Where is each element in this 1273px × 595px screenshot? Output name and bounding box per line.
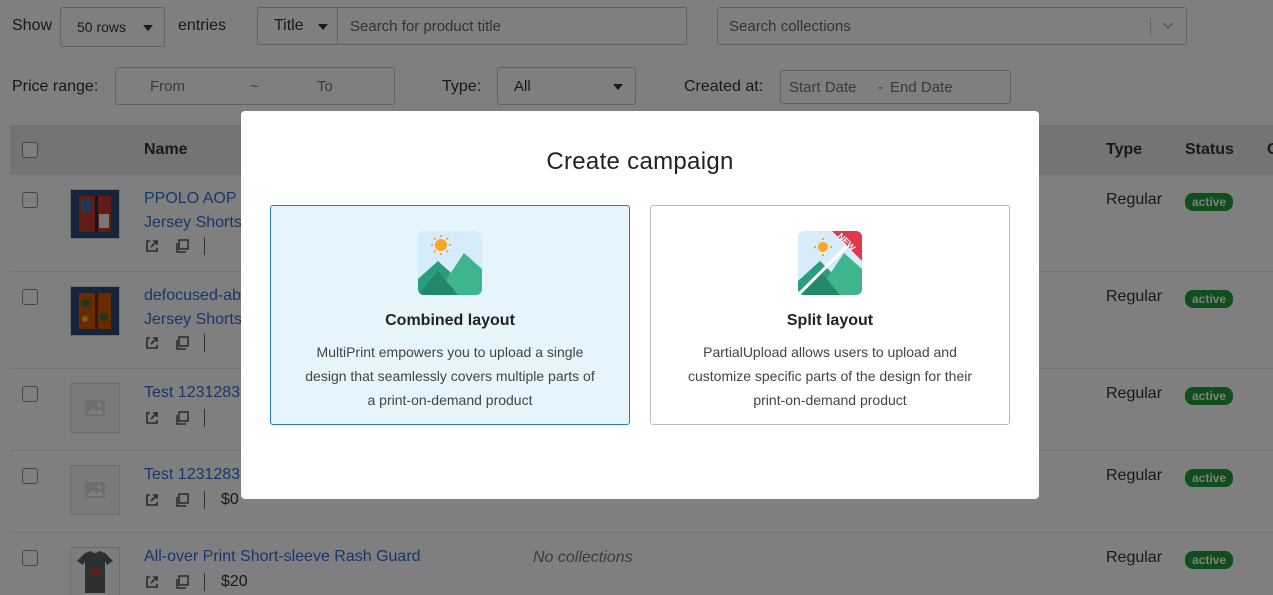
create-campaign-modal: Create campaign Combined layout MultiPri… — [241, 111, 1039, 499]
modal-title: Create campaign — [546, 148, 734, 175]
option-description-line: a print-on-demand product — [367, 392, 533, 408]
option-description-line: print-on-demand product — [753, 392, 907, 408]
option-description-line: MultiPrint empowers you to upload a sing… — [316, 344, 584, 360]
option-description-line: PartialUpload allows users to upload and — [703, 344, 957, 360]
option-description-line: design that seamlessly covers multiple p… — [305, 368, 595, 384]
option-title: Split layout — [786, 312, 874, 329]
split-image-icon: NEW — [798, 231, 862, 295]
image-landscape-icon — [418, 231, 482, 295]
option-description: PartialUpload allows users to upload and… — [671, 340, 989, 412]
option-description-line: customize specific parts of the design f… — [687, 368, 973, 384]
option-title: Combined layout — [385, 312, 515, 329]
combined-layout-option[interactable]: Combined layout MultiPrint empowers you … — [270, 205, 630, 425]
split-layout-option[interactable]: NEW Split layout PartialUpload allows us… — [650, 205, 1010, 425]
option-description: MultiPrint empowers you to upload a sing… — [291, 340, 609, 412]
